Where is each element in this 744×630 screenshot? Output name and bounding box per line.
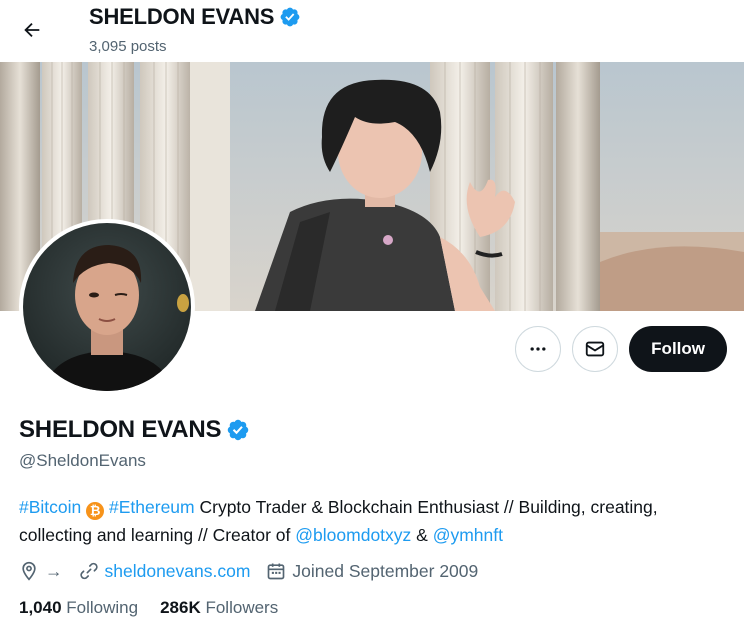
bio-text-2: & xyxy=(411,525,433,545)
hashtag-bitcoin-link[interactable]: #Bitcoin xyxy=(19,497,81,517)
location-pin-icon xyxy=(22,561,36,581)
profile-avatar[interactable] xyxy=(19,219,195,395)
more-dots-icon xyxy=(530,347,546,351)
calendar-icon xyxy=(268,563,285,580)
header-title: SHELDON EVANS xyxy=(89,4,301,30)
link-icon xyxy=(79,562,98,580)
mention-bloomdotxyz-link[interactable]: @bloomdotxyz xyxy=(295,525,411,545)
header-post-count: 3,095 posts xyxy=(89,38,167,55)
header-name: SHELDON EVANS xyxy=(89,4,275,29)
followers-count: 286K xyxy=(160,598,201,617)
followers-link[interactable]: 286K Followers xyxy=(160,598,278,618)
following-count: 1,040 xyxy=(19,598,62,617)
profile-meta: → sheldonevans.com Joined September 2009 xyxy=(19,558,478,584)
location-item: → xyxy=(19,561,63,582)
profile-handle: @SheldonEvans xyxy=(19,451,146,470)
mail-icon xyxy=(586,341,605,357)
verified-badge-icon[interactable] xyxy=(226,418,250,442)
profile-bio: #Bitcoin ₿ #Ethereum Crypto Trader & Blo… xyxy=(19,493,719,549)
follow-button[interactable]: Follow xyxy=(629,326,727,372)
profile-name-row: SHELDON EVANS xyxy=(19,416,250,444)
back-arrow-icon xyxy=(24,22,40,38)
mention-ymhnft-link[interactable]: @ymhnft xyxy=(433,525,503,545)
verified-badge-icon xyxy=(280,7,300,27)
bitcoin-icon: ₿ xyxy=(86,502,105,520)
following-label: Following xyxy=(66,598,139,617)
following-link[interactable]: 1,040 Following xyxy=(19,598,138,618)
back-button[interactable] xyxy=(14,12,50,48)
message-button[interactable] xyxy=(572,326,619,372)
website-item: sheldonevans.com xyxy=(79,561,251,582)
location-text: → xyxy=(45,560,63,581)
profile-stats: 1,040 Following 286K Followers xyxy=(19,598,278,618)
avatar-photo xyxy=(23,223,191,391)
top-bar: SHELDON EVANS 3,095 posts xyxy=(0,0,744,62)
profile-name: SHELDON EVANS xyxy=(19,416,222,443)
profile-actions: Follow xyxy=(515,326,727,372)
followers-label: Followers xyxy=(205,598,279,617)
more-button[interactable] xyxy=(515,326,562,372)
joined-text: Joined September 2009 xyxy=(292,560,479,581)
hashtag-ethereum-link[interactable]: #Ethereum xyxy=(109,497,195,517)
website-link[interactable]: sheldonevans.com xyxy=(105,561,251,582)
joined-item: Joined September 2009 xyxy=(266,561,478,582)
